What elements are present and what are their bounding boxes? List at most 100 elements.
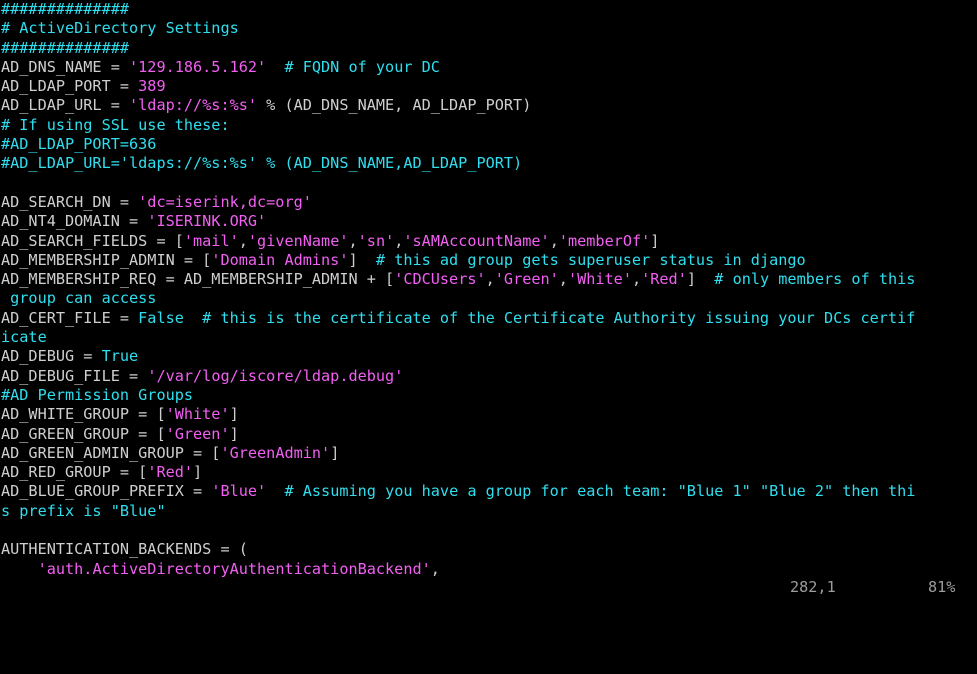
code-token-ident	[266, 482, 284, 500]
code-token-comment: s prefix is "Blue"	[1, 501, 166, 520]
code-token-string: 'sAMAccountName'	[403, 231, 550, 250]
editor-line[interactable]: AD_BLUE_GROUP_PREFIX = 'Blue' # Assuming…	[0, 482, 977, 501]
code-token-ident: ,	[631, 270, 642, 289]
code-token-string: 'Blue'	[211, 482, 267, 501]
code-token-ident: AUTHENTICATION_BACKENDS = (	[1, 540, 248, 559]
code-token-ident: AD_SEARCH_DN =	[1, 192, 139, 211]
code-token-ident: ]	[348, 250, 376, 269]
editor-line[interactable]: AD_LDAP_URL = 'ldap://%s:%s' % (AD_DNS_N…	[0, 96, 977, 115]
editor-line[interactable]	[0, 521, 977, 540]
code-token-string: 'memberOf'	[558, 231, 651, 250]
code-token-string: 'sn'	[357, 231, 395, 250]
code-token-comment: # Assuming you have a group for each tea…	[284, 482, 916, 501]
code-token-string: 'mail'	[183, 231, 239, 250]
code-token-string: 'ldap://%s:%s'	[129, 96, 258, 115]
code-token-number: 389	[138, 77, 166, 96]
editor-line[interactable]: AD_SEARCH_FIELDS = ['mail','givenName','…	[0, 232, 977, 251]
code-token-blank	[1, 521, 10, 539]
code-token-comment: # this is the certificate of the Certifi…	[202, 308, 916, 327]
code-token-ident: AD_DEBUG_FILE =	[1, 366, 148, 385]
code-token-ident: AD_DNS_NAME =	[1, 57, 130, 76]
editor-line[interactable]: AD_SEARCH_DN = 'dc=iserink,dc=org'	[0, 193, 977, 212]
editor-line[interactable]	[0, 174, 977, 193]
code-token-string: 'CDCUsers'	[394, 270, 486, 289]
code-token-string: 'Green'	[165, 424, 230, 443]
code-token-ident: ]	[229, 424, 239, 443]
editor-line[interactable]: group can access	[0, 289, 977, 308]
editor-line[interactable]: AD_NT4_DOMAIN = 'ISERINK.ORG'	[0, 212, 977, 231]
code-token-ident: AD_NT4_DOMAIN =	[1, 212, 148, 231]
editor-line[interactable]: AD_GREEN_ADMIN_GROUP = ['GreenAdmin']	[0, 444, 977, 463]
code-token-string: '/var/log/iscore/ldap.debug'	[147, 366, 404, 385]
code-token-string: 'ISERINK.ORG'	[147, 212, 267, 231]
code-token-ident: AD_SEARCH_FIELDS = [	[1, 231, 184, 250]
code-token-string: 'givenName'	[247, 231, 349, 250]
code-token-keyword: True	[101, 347, 139, 366]
editor-line[interactable]: AD_WHITE_GROUP = ['White']	[0, 405, 977, 424]
code-token-ident: ,	[558, 270, 568, 289]
code-token-ident: ,	[549, 231, 559, 250]
editor-line[interactable]: # If using SSL use these:	[0, 116, 977, 135]
code-token-ident: % (AD_DNS_NAME, AD_LDAP_PORT)	[257, 96, 532, 115]
code-token-ident	[266, 58, 284, 76]
code-token-string: 'Red'	[641, 270, 687, 289]
code-token-string: 'GreenAdmin'	[220, 443, 331, 462]
code-token-ident: ]	[229, 405, 239, 424]
editor-line[interactable]: AD_LDAP_PORT = 389	[0, 77, 977, 96]
code-token-ident: ]	[686, 270, 715, 289]
code-token-ident: ,	[348, 231, 358, 250]
code-token-ident: ]	[193, 463, 203, 482]
editor-line[interactable]: AD_DEBUG_FILE = '/var/log/iscore/ldap.de…	[0, 367, 977, 386]
code-token-comment: group can access	[1, 289, 157, 308]
code-token-ident: ,	[485, 270, 495, 289]
editor-line[interactable]: AD_CERT_FILE = False # this is the certi…	[0, 309, 977, 328]
editor-line[interactable]: 'auth.ActiveDirectoryAuthenticationBacke…	[0, 560, 977, 579]
code-token-ident: AD_RED_GROUP = [	[1, 463, 148, 482]
code-token-string: 'White'	[165, 405, 230, 424]
editor-line[interactable]: AD_DNS_NAME = '129.186.5.162' # FQDN of …	[0, 58, 977, 77]
code-token-string: 'Domain Admins'	[211, 250, 349, 269]
editor-line[interactable]: AD_RED_GROUP = ['Red']	[0, 463, 977, 482]
code-token-ident: AD_CERT_FILE =	[1, 308, 139, 327]
code-token-comment: ##############	[1, 0, 130, 18]
code-token-ident	[1, 560, 38, 578]
editor-line[interactable]: #AD_LDAP_PORT=636	[0, 135, 977, 154]
code-token-ident: AD_LDAP_PORT =	[1, 77, 139, 96]
editor-line[interactable]: ##############	[0, 39, 977, 58]
code-token-comment: #AD_LDAP_URL='ldaps://%s:%s' % (AD_DNS_N…	[1, 154, 523, 173]
code-token-ident: AD_MEMBERSHIP_REQ = AD_MEMBERSHIP_ADMIN …	[1, 270, 395, 289]
terminal-window[interactable]: ############## # ActiveDirectory Settings…	[0, 0, 977, 596]
editor-line[interactable]: icate	[0, 328, 977, 347]
editor-line[interactable]: AUTHENTICATION_BACKENDS = (	[0, 540, 977, 559]
code-token-string: 'Green'	[494, 270, 559, 289]
editor-line[interactable]: AD_DEBUG = True	[0, 347, 977, 366]
editor-line[interactable]: s prefix is "Blue"	[0, 502, 977, 521]
code-token-ident: AD_GREEN_GROUP = [	[1, 424, 166, 443]
editor-status-line: 282,1 81%	[0, 578, 977, 596]
editor-line[interactable]: AD_MEMBERSHIP_REQ = AD_MEMBERSHIP_ADMIN …	[0, 270, 977, 289]
code-token-ident: ]	[650, 231, 660, 250]
code-token-string: 'auth.ActiveDirectoryAuthenticationBacke…	[37, 559, 431, 578]
code-token-ident: ,	[238, 231, 248, 250]
editor-buffer[interactable]: ############## # ActiveDirectory Settings…	[0, 0, 977, 579]
code-token-string: 'White'	[567, 270, 632, 289]
editor-line[interactable]: ##############	[0, 0, 977, 19]
editor-line[interactable]: # ActiveDirectory Settings	[0, 19, 977, 38]
code-token-comment: # ActiveDirectory Settings	[1, 19, 239, 38]
code-token-ident: AD_WHITE_GROUP = [	[1, 405, 166, 424]
code-token-ident: ]	[330, 443, 340, 462]
code-token-comment: # If using SSL use these:	[1, 115, 230, 134]
status-file-percent: 81%	[928, 578, 956, 596]
code-token-string: 'Red'	[147, 463, 194, 482]
code-token-comment: #AD Permission Groups	[1, 385, 194, 404]
code-token-comment: # this ad group gets superuser status in…	[375, 250, 806, 269]
editor-line[interactable]: #AD_LDAP_URL='ldaps://%s:%s' % (AD_DNS_N…	[0, 154, 977, 173]
code-token-blank	[1, 174, 10, 192]
editor-line[interactable]: AD_MEMBERSHIP_ADMIN = ['Domain Admins'] …	[0, 251, 977, 270]
code-token-string: '129.186.5.162'	[129, 57, 267, 76]
status-cursor-position: 282,1	[790, 578, 836, 596]
editor-line[interactable]: AD_GREEN_GROUP = ['Green']	[0, 425, 977, 444]
code-token-comment: ##############	[1, 38, 130, 57]
editor-line[interactable]: #AD Permission Groups	[0, 386, 977, 405]
code-token-ident: AD_MEMBERSHIP_ADMIN = [	[1, 250, 212, 269]
